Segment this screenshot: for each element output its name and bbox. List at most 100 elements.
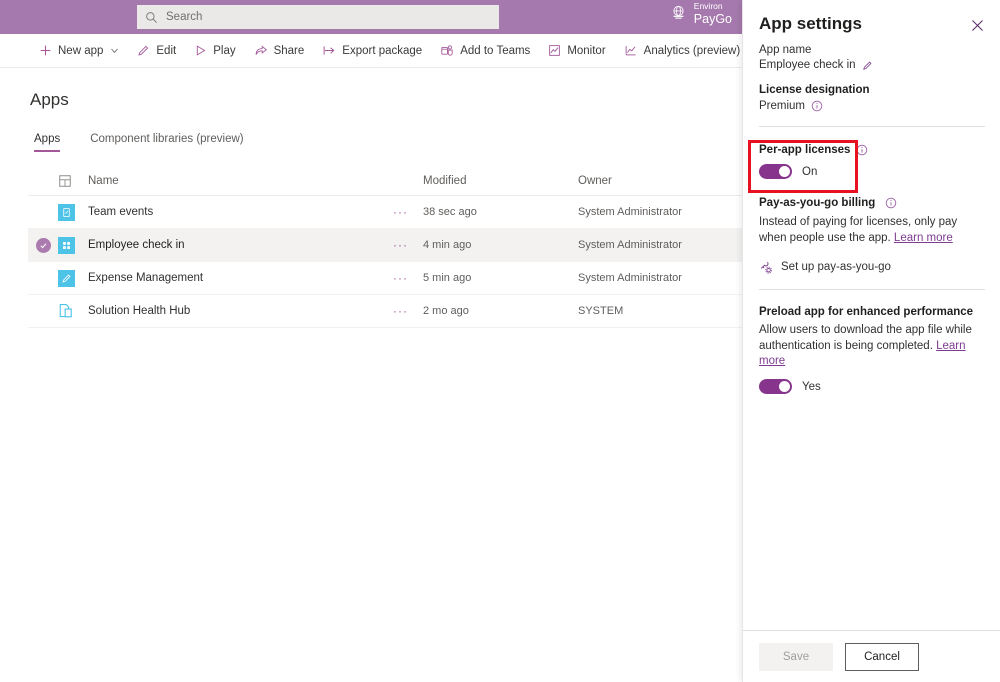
column-header-owner[interactable]: Owner [578,175,758,187]
table-icon-column-header[interactable] [58,174,88,188]
column-header-modified[interactable]: Modified [423,175,578,187]
info-icon[interactable] [856,144,868,156]
environment-indicator[interactable]: Environ PayGo [670,2,732,26]
paygo-description-block: Instead of paying for licenses, only pay… [759,215,985,247]
license-designation-value: Premium [759,100,805,112]
panel-footer: Save Cancel [743,630,1000,682]
apps-page: Apps Apps Component libraries (preview) … [0,68,742,682]
teams-icon [440,44,454,57]
table-row[interactable]: Team events ··· 38 sec ago System Admini… [28,196,742,229]
app-name-value: Employee check in [759,59,856,71]
license-designation-label: License designation [759,84,985,96]
paygo-heading-row: Pay-as-you-go billing [759,197,985,209]
row-app-icon-cell [58,270,88,287]
panel-body: App name Employee check in License desig… [743,42,1000,630]
row-app-name[interactable]: Solution Health Hub [88,305,393,317]
row-app-icon-cell [58,237,88,254]
setup-paygo-button[interactable]: Set up pay-as-you-go [759,260,985,274]
chevron-down-icon [110,46,119,55]
save-button[interactable]: Save [759,643,833,671]
new-app-button[interactable]: New app [30,34,128,68]
share-button[interactable]: Share [245,34,314,68]
row-select-cell[interactable] [28,238,58,253]
edit-label: Edit [156,45,176,57]
tab-component-libraries[interactable]: Component libraries (preview) [86,130,247,152]
export-package-button[interactable]: Export package [313,34,431,68]
app-name-row: Employee check in [759,59,985,71]
toggle-knob [779,381,790,392]
preload-heading: Preload app for enhanced performance [759,306,985,318]
per-app-licenses-row: Per-app licenses [759,144,985,156]
row-app-icon-cell [58,303,88,320]
paygo-heading: Pay-as-you-go billing [759,197,875,209]
column-header-name[interactable]: Name [88,175,393,187]
setup-paygo-label: Set up pay-as-you-go [781,261,891,273]
table-row[interactable]: Solution Health Hub ··· 2 mo ago SYSTEM [28,295,742,328]
add-to-teams-label: Add to Teams [460,45,530,57]
panel-title: App settings [759,14,985,34]
table-row[interactable]: Expense Management ··· 5 min ago System … [28,262,742,295]
analytics-label: Analytics (preview) [644,45,741,57]
app-settings-panel: App settings App name Employee check in … [742,0,1000,682]
close-panel-button[interactable] [964,12,990,38]
pencil-icon [137,44,150,57]
solution-pages-icon [58,303,75,320]
row-modified: 38 sec ago [423,206,578,218]
search-box[interactable] [137,5,499,29]
per-app-licenses-toggle[interactable] [759,164,792,179]
environment-name: PayGo [694,12,732,26]
panel-header: App settings [743,0,1000,34]
paygo-learn-more-link[interactable]: Learn more [894,232,953,244]
analytics-icon [624,44,638,57]
toggle-knob [779,166,790,177]
app-pencil-icon [58,270,75,287]
grid-icon [58,174,72,188]
row-modified: 2 mo ago [423,305,578,317]
table-row[interactable]: Employee check in ··· 4 min ago System A… [28,229,742,262]
info-icon[interactable] [811,100,823,112]
play-button[interactable]: Play [185,34,244,68]
license-designation-row: Premium [759,100,985,112]
plus-icon [39,44,52,57]
export-package-label: Export package [342,45,422,57]
preload-description-block: Allow users to download the app file whi… [759,323,985,371]
row-app-name[interactable]: Team events [88,206,393,218]
monitor-label: Monitor [567,45,605,57]
play-label: Play [213,45,235,57]
row-owner: System Administrator [578,206,758,218]
row-overflow-button[interactable]: ··· [393,271,423,285]
analytics-button[interactable]: Analytics (preview) [615,34,750,68]
info-icon[interactable] [885,197,897,209]
preload-toggle[interactable] [759,379,792,394]
key-gear-icon [759,260,773,274]
tab-apps[interactable]: Apps [30,130,64,152]
monitor-button[interactable]: Monitor [539,34,614,68]
pencil-icon[interactable] [862,60,873,71]
divider [759,289,985,290]
row-owner: System Administrator [578,272,758,284]
row-owner: SYSTEM [578,305,758,317]
new-app-label: New app [58,45,103,57]
monitor-icon [548,44,561,57]
row-app-icon-cell [58,204,88,221]
cancel-button[interactable]: Cancel [845,643,919,671]
row-overflow-button[interactable]: ··· [393,205,423,219]
table-header-row: Name Modified Owner [28,166,742,196]
play-icon [194,44,207,57]
apps-table: Name Modified Owner Team events [28,166,742,328]
search-input[interactable] [166,5,491,29]
row-app-name[interactable]: Employee check in [88,239,393,251]
check-icon [36,238,51,253]
row-overflow-button[interactable]: ··· [393,238,423,252]
row-app-name[interactable]: Expense Management [88,272,393,284]
row-overflow-button[interactable]: ··· [393,304,423,318]
row-modified: 5 min ago [423,272,578,284]
environment-label: Environ [694,2,732,12]
add-to-teams-button[interactable]: Add to Teams [431,34,539,68]
divider [759,126,985,127]
close-icon [971,19,984,32]
edit-button[interactable]: Edit [128,34,185,68]
page-tabs: Apps Component libraries (preview) [30,130,248,152]
app-puzzle-icon [58,237,75,254]
share-icon [254,44,268,57]
